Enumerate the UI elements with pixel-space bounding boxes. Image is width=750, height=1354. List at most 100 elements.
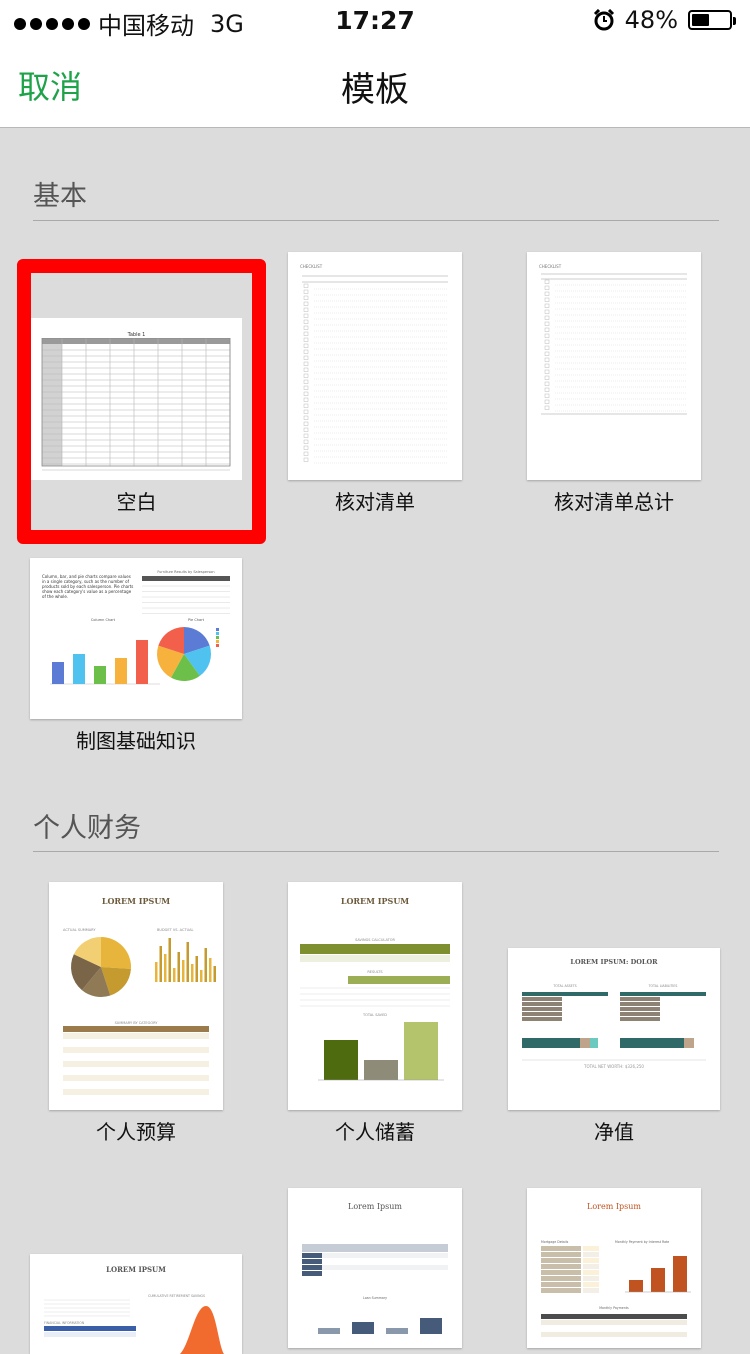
template-label: 个人预算 bbox=[96, 1120, 176, 1144]
bar bbox=[324, 1040, 358, 1080]
section-divider bbox=[33, 851, 719, 852]
checkbox bbox=[303, 319, 309, 324]
bar bbox=[651, 1268, 665, 1292]
checklist-total-graphic bbox=[541, 273, 687, 415]
column-bar bbox=[52, 662, 64, 684]
checkbox bbox=[303, 337, 309, 342]
checkbox bbox=[303, 379, 309, 384]
checkbox bbox=[303, 349, 309, 354]
checkbox bbox=[303, 391, 309, 396]
legend-swatch bbox=[216, 644, 219, 647]
bar bbox=[629, 1280, 643, 1292]
checkbox bbox=[303, 373, 309, 378]
legend-swatch bbox=[216, 632, 219, 635]
section-title-basic: 基本 bbox=[33, 181, 87, 212]
checkbox bbox=[303, 355, 309, 360]
bar bbox=[420, 1318, 442, 1334]
column-bar bbox=[73, 654, 85, 684]
checkbox bbox=[303, 325, 309, 330]
template-label: 核对清单总计 bbox=[554, 490, 674, 514]
checkbox bbox=[303, 457, 309, 462]
bar bbox=[164, 954, 167, 982]
checkbox bbox=[303, 433, 309, 438]
template-label: 净值 bbox=[594, 1120, 634, 1144]
bar bbox=[177, 952, 180, 982]
checkbox bbox=[544, 405, 550, 410]
template-thumbnail: CHECKLIST bbox=[288, 252, 462, 480]
bar bbox=[352, 1322, 374, 1334]
legend-swatch bbox=[216, 628, 219, 631]
checkbox bbox=[303, 445, 309, 450]
thumb-column-title: Column Chart bbox=[90, 618, 116, 622]
bar bbox=[404, 1022, 438, 1080]
bar bbox=[173, 968, 176, 982]
net-worth-graphic bbox=[522, 992, 706, 1061]
checkbox bbox=[544, 351, 550, 356]
checkbox bbox=[544, 285, 550, 290]
page-title: 模板 bbox=[341, 70, 409, 110]
checkbox bbox=[544, 321, 550, 326]
checkbox bbox=[544, 297, 550, 302]
checkbox bbox=[544, 363, 550, 368]
legend-swatch bbox=[216, 636, 219, 639]
area bbox=[180, 1306, 224, 1354]
checkbox bbox=[303, 385, 309, 390]
bar bbox=[186, 942, 189, 982]
bar bbox=[204, 948, 207, 982]
template-label: 制图基础知识 bbox=[76, 729, 196, 753]
column-bar bbox=[94, 666, 106, 684]
checkbox bbox=[544, 357, 550, 362]
checkbox bbox=[544, 369, 550, 374]
status-bar: 中国移动 3G 17:27 48% bbox=[0, 0, 750, 40]
checkbox bbox=[303, 397, 309, 402]
checkbox bbox=[544, 345, 550, 350]
battery-icon bbox=[688, 10, 736, 30]
bar bbox=[386, 1328, 408, 1334]
template-thumbnail: Column, bar, and pie charts compare valu… bbox=[30, 558, 242, 719]
checkbox bbox=[544, 339, 550, 344]
savings-graphic bbox=[300, 944, 450, 1081]
template-label: 核对清单 bbox=[335, 490, 415, 514]
battery-percent: 48% bbox=[624, 6, 678, 34]
charting-graphic bbox=[50, 576, 230, 685]
blank-table-graphic bbox=[41, 338, 231, 471]
bar bbox=[159, 946, 162, 982]
checkbox bbox=[303, 439, 309, 444]
bar bbox=[182, 960, 185, 982]
checkbox bbox=[544, 375, 550, 380]
template-thumbnail: LOREM IPSUM: DOLOR TOTAL ASSETS TOTAL LI… bbox=[508, 948, 720, 1110]
checkbox bbox=[303, 421, 309, 426]
checkbox bbox=[303, 403, 309, 408]
checkbox bbox=[303, 361, 309, 366]
checkbox bbox=[544, 327, 550, 332]
legend-swatch bbox=[216, 640, 219, 643]
template-thumbnail: Lorem Ipsum Loan Summary bbox=[288, 1188, 462, 1348]
checkbox bbox=[303, 415, 309, 420]
bar bbox=[191, 964, 194, 982]
checkbox bbox=[544, 309, 550, 314]
template-thumbnail: LOREM IPSUM SAVINGS CALCULATOR RESULTS T… bbox=[288, 882, 462, 1110]
checkbox bbox=[544, 399, 550, 404]
bar bbox=[168, 938, 171, 982]
template-thumbnail: Table 1 bbox=[31, 318, 242, 480]
template-thumbnail: Lorem Ipsum Mortgage Details Monthly Pay… bbox=[527, 1188, 701, 1348]
battery-fill bbox=[692, 14, 710, 26]
column-bar bbox=[115, 658, 127, 684]
checkbox bbox=[544, 315, 550, 320]
mortgage-graphic bbox=[541, 1246, 691, 1343]
template-label: 空白 bbox=[116, 490, 157, 514]
nav-bar: 取消 模板 bbox=[0, 40, 750, 128]
section-title-personal-finance: 个人财务 bbox=[33, 813, 141, 844]
retirement-graphic bbox=[44, 1299, 224, 1354]
bar bbox=[673, 1256, 687, 1292]
checkbox bbox=[544, 387, 550, 392]
bar bbox=[364, 1060, 398, 1080]
bar bbox=[195, 956, 198, 982]
checkbox bbox=[303, 427, 309, 432]
bar bbox=[209, 958, 212, 982]
checkbox bbox=[544, 291, 550, 296]
checkbox bbox=[303, 313, 309, 318]
budget-graphic bbox=[63, 937, 216, 1102]
loan-graphic bbox=[302, 1244, 448, 1334]
checkbox bbox=[303, 289, 309, 294]
